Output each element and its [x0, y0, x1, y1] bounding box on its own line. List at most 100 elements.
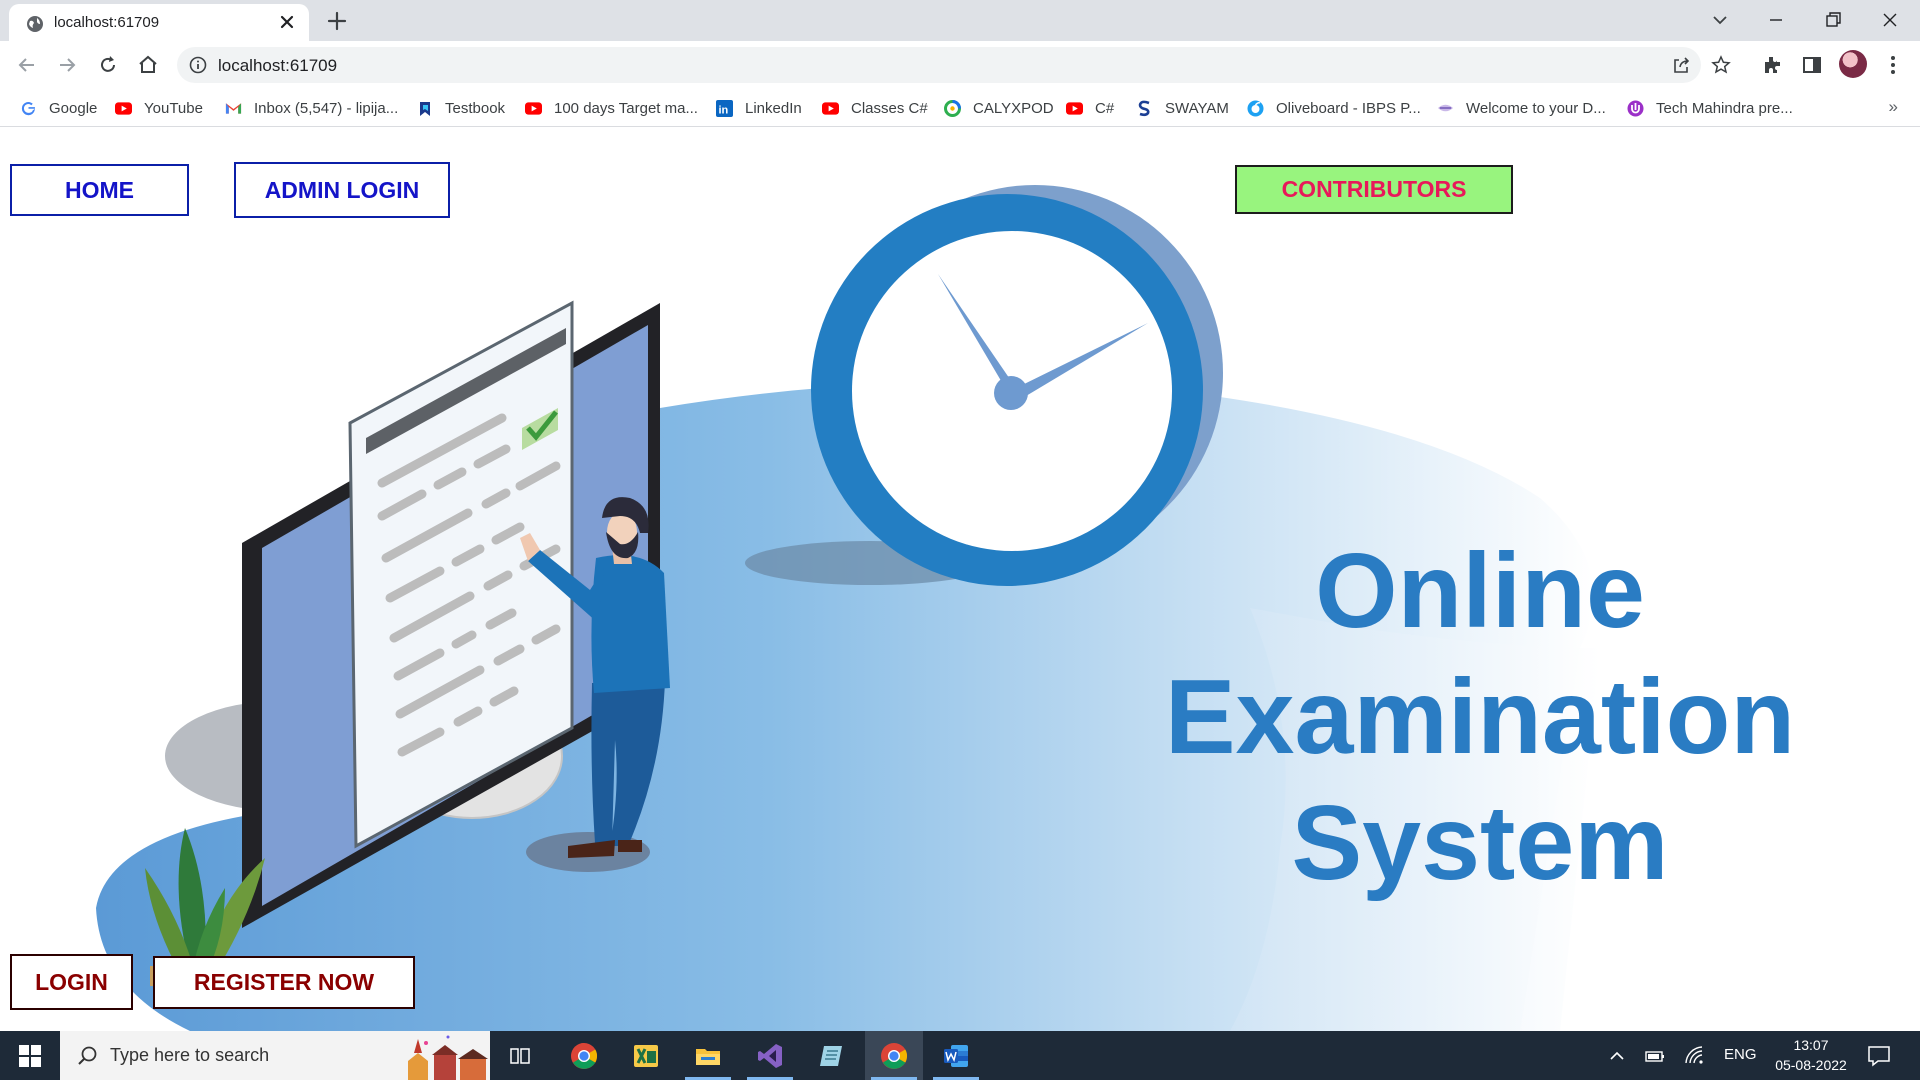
battery-icon[interactable] [1644, 1045, 1666, 1067]
clock-date: 05-08-2022 [1775, 1057, 1847, 1073]
taskbar-search-box[interactable]: Type here to search [60, 1031, 490, 1080]
bookmark-welcome[interactable]: Welcome to your D... [1437, 98, 1606, 118]
techmahindra-icon [1627, 100, 1644, 117]
taskbar-word[interactable] [927, 1031, 985, 1080]
menu-kebab-icon[interactable] [1881, 53, 1905, 77]
taskbar-file-explorer[interactable] [679, 1031, 737, 1080]
bookmark-google[interactable]: Google [20, 98, 97, 118]
page-content: HOME ADMIN LOGIN CONTRIBUTORS Online Exa… [0, 128, 1920, 1031]
gmail-icon [225, 100, 242, 117]
bookmark-label: SWAYAM [1165, 99, 1229, 117]
taskbar-excel[interactable] [617, 1031, 675, 1080]
taskbar-visual-studio[interactable] [741, 1031, 799, 1080]
bookmark-tech-mahindra[interactable]: Tech Mahindra pre... [1627, 98, 1793, 118]
browser-toolbar: localhost:61709 [0, 41, 1920, 89]
site-info-icon[interactable] [189, 56, 207, 74]
bookmark-swayam[interactable]: SWAYAM [1136, 98, 1229, 118]
system-clock[interactable]: 13:07 05-08-2022 [1766, 1035, 1856, 1075]
bookmark-linkedin[interactable]: in LinkedIn [716, 98, 802, 118]
chrome-icon [881, 1042, 908, 1069]
bookmark-label: Testbook [445, 99, 506, 117]
oliveboard-icon [1247, 100, 1264, 117]
url-text: localhost:61709 [218, 56, 338, 75]
bookmark-testbook[interactable]: Testbook [416, 98, 505, 118]
calyxpod-icon [944, 99, 961, 117]
chevron-up-icon[interactable] [1606, 1045, 1628, 1067]
globe-icon [27, 16, 43, 32]
bookmark-label: Tech Mahindra pre... [1656, 99, 1793, 117]
wifi-icon[interactable] [1684, 1045, 1706, 1067]
youtube-icon [1066, 100, 1083, 117]
windows-logo-icon [19, 1044, 41, 1067]
admin-login-button[interactable]: ADMIN LOGIN [234, 162, 450, 218]
contributors-button[interactable]: CONTRIBUTORS [1235, 165, 1513, 214]
bookmark-label: C# [1095, 99, 1115, 117]
restore-icon[interactable] [1821, 8, 1845, 32]
title-line-3: System [1291, 784, 1669, 902]
bookmark-label: YouTube [144, 99, 203, 117]
language-indicator[interactable]: ENG [1724, 1046, 1757, 1063]
bookmark-classes-csharp[interactable]: Classes C# [822, 98, 928, 118]
bookmark-calyxpod[interactable]: CALYXPOD [944, 98, 1054, 118]
back-icon[interactable] [15, 53, 39, 77]
title-line-1: Online [1315, 532, 1645, 650]
browser-tab[interactable]: localhost:61709 [9, 4, 309, 41]
youtube-icon [822, 100, 839, 117]
youtube-icon [115, 100, 132, 117]
close-window-icon[interactable] [1878, 8, 1902, 32]
home-button[interactable]: HOME [10, 164, 189, 216]
search-highlight-art-icon [398, 1031, 490, 1080]
excel-icon [634, 1044, 658, 1067]
clock-center [994, 376, 1028, 410]
linkedin-icon: in [716, 99, 733, 117]
bookmarks-bar: Google YouTube Inbox (5,547) - lipija...… [0, 89, 1920, 127]
bookmark-label: LinkedIn [745, 99, 802, 117]
bookmark-csharp[interactable]: C# [1066, 98, 1114, 118]
notepad-icon [820, 1045, 842, 1066]
share-icon[interactable] [1671, 55, 1691, 75]
new-tab-icon[interactable] [325, 9, 349, 33]
welcome-icon [1437, 100, 1454, 117]
bookmark-oliveboard[interactable]: Oliveboard - IBPS P... [1247, 98, 1421, 118]
bookmark-youtube[interactable]: YouTube [115, 98, 203, 118]
testbook-icon [416, 100, 433, 117]
address-bar[interactable]: localhost:61709 [177, 47, 1731, 83]
bookmark-label: Welcome to your D... [1466, 99, 1606, 117]
minimize-icon[interactable] [1764, 8, 1788, 32]
search-icon [78, 1046, 97, 1065]
login-button[interactable]: LOGIN [10, 954, 133, 1010]
extensions-icon[interactable] [1760, 53, 1784, 77]
close-tab-icon[interactable] [277, 12, 297, 32]
person-torso [591, 555, 670, 693]
bookmark-label: CALYXPOD [973, 99, 1054, 117]
bookmark-star-icon[interactable] [1711, 55, 1731, 75]
bookmark-inbox[interactable]: Inbox (5,547) - lipija... [225, 98, 398, 118]
reload-icon[interactable] [96, 53, 120, 77]
bookmark-label: Inbox (5,547) - lipija... [254, 99, 399, 117]
taskbar-notepad[interactable] [803, 1031, 861, 1080]
side-panel-icon[interactable] [1800, 53, 1824, 77]
notification-icon[interactable] [1866, 1043, 1892, 1069]
home-icon[interactable] [136, 53, 160, 77]
tab-search-icon[interactable] [1708, 8, 1732, 32]
visual-studio-icon [758, 1043, 782, 1068]
page-title: Online Examination System [1140, 528, 1820, 906]
file-explorer-icon [696, 1048, 720, 1065]
profile-avatar[interactable] [1839, 50, 1867, 78]
youtube-icon [525, 100, 542, 117]
tab-title: localhost:61709 [54, 14, 160, 31]
windows-taskbar: Type here to search ENG 13:07 05-08-2022 [0, 1031, 1920, 1080]
search-placeholder: Type here to search [110, 1045, 270, 1065]
forward-icon[interactable] [55, 53, 79, 77]
bookmarks-overflow-button[interactable]: » [1889, 97, 1898, 117]
start-button[interactable] [0, 1031, 60, 1080]
title-line-2: Examination [1164, 658, 1796, 776]
bookmark-label: 100 days Target ma... [554, 99, 698, 117]
bookmark-label: Oliveboard - IBPS P... [1276, 99, 1421, 117]
task-view-button[interactable] [491, 1031, 549, 1080]
register-now-button[interactable]: REGISTER NOW [153, 956, 415, 1009]
svg-text:in: in [719, 104, 729, 116]
taskbar-chrome-1[interactable] [555, 1031, 613, 1080]
taskbar-chrome-2[interactable] [865, 1031, 923, 1080]
bookmark-100-days[interactable]: 100 days Target ma... [525, 98, 698, 118]
